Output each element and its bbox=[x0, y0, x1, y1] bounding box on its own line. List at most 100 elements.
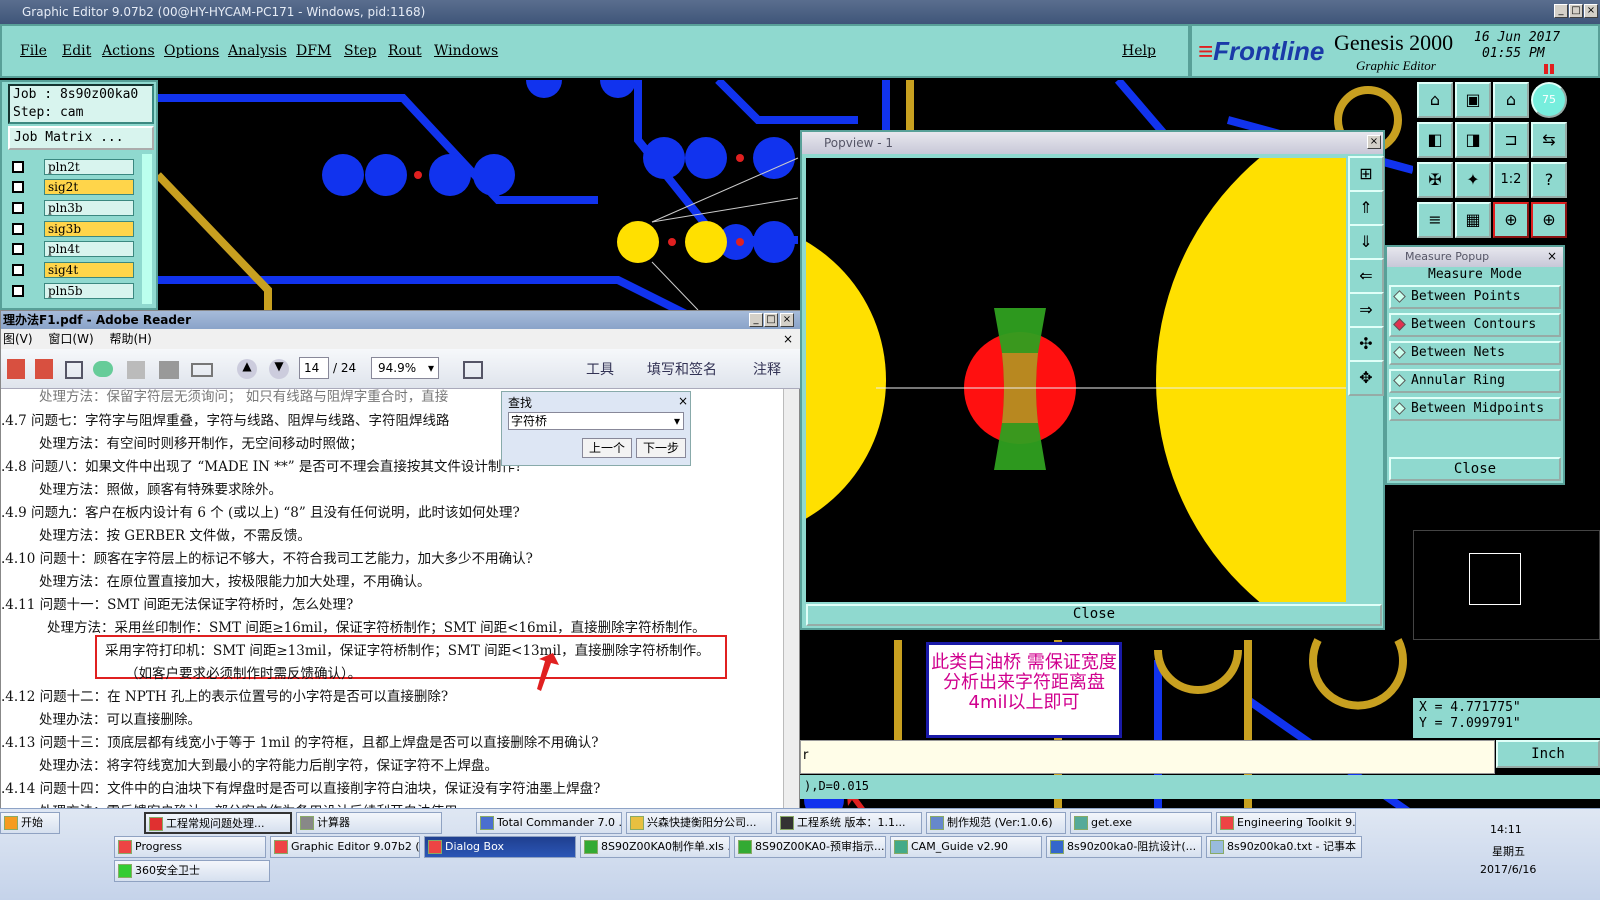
popview-close-button[interactable]: Close bbox=[806, 604, 1382, 626]
step-icon[interactable]: ⊐ bbox=[1493, 122, 1529, 158]
task-item[interactable]: Progress bbox=[114, 836, 266, 858]
task-item[interactable]: 8S90Z00KA0制作单.xls ... bbox=[580, 836, 730, 858]
task-item[interactable]: Engineering Toolkit 9.... bbox=[1216, 812, 1356, 834]
snap-alt-icon[interactable]: ⊕ bbox=[1531, 202, 1567, 238]
prev-page-icon[interactable]: ▲ bbox=[237, 359, 257, 379]
maximize-button[interactable]: □ bbox=[1569, 4, 1583, 18]
zoom-home-icon[interactable]: ✥ bbox=[1348, 360, 1384, 396]
find-prev-button[interactable]: 上一个 bbox=[582, 438, 632, 458]
help-icon[interactable]: ? bbox=[1531, 162, 1567, 198]
task-item[interactable]: 8S90Z00KA0-预审指示... bbox=[734, 836, 886, 858]
task-item[interactable]: 工程常规问题处理... bbox=[144, 812, 292, 834]
reader-menu-view[interactable]: 图(V) bbox=[3, 332, 33, 346]
reader-scrollbar[interactable] bbox=[783, 389, 799, 809]
option-between-points[interactable]: Between Points bbox=[1389, 285, 1561, 309]
tools-button[interactable]: 工具 bbox=[586, 359, 614, 379]
job-matrix-button[interactable]: Job Matrix ... bbox=[8, 126, 154, 150]
menu-options[interactable]: Options bbox=[164, 43, 219, 59]
layer-scrollbar[interactable] bbox=[142, 154, 152, 304]
menu-file[interactable]: File bbox=[20, 43, 47, 59]
pan-down-icon[interactable]: ⇓ bbox=[1348, 224, 1384, 260]
measure-close-icon[interactable]: × bbox=[1547, 249, 1557, 263]
task-item-active[interactable]: Dialog Box bbox=[424, 836, 576, 858]
task-item[interactable]: get.exe bbox=[1070, 812, 1212, 834]
task-item[interactable]: CAM_Guide v2.90 bbox=[890, 836, 1042, 858]
center-icon[interactable]: ✦ bbox=[1455, 162, 1491, 198]
layer-row[interactable]: sig2t bbox=[10, 178, 134, 196]
start-button[interactable]: 开始 bbox=[0, 812, 60, 834]
minimize-button[interactable]: _ bbox=[1554, 4, 1568, 18]
menu-dfm[interactable]: DFM bbox=[296, 43, 331, 59]
task-item[interactable]: 制作规范 (Ver:1.0.6) bbox=[926, 812, 1066, 834]
find-close[interactable]: × bbox=[678, 394, 688, 408]
layer-row[interactable]: pln3b bbox=[10, 199, 134, 217]
clock-time[interactable]: 14:11 bbox=[1490, 823, 1522, 836]
zoom-fit-icon[interactable]: ✣ bbox=[1348, 326, 1384, 362]
task-item[interactable]: Total Commander 7.0 ... bbox=[476, 812, 622, 834]
zoom-select[interactable]: 94.9% ▾ bbox=[371, 357, 439, 379]
page-input[interactable]: 14 bbox=[299, 357, 329, 379]
option-between-contours[interactable]: Between Contours bbox=[1389, 313, 1561, 337]
popview-canvas[interactable] bbox=[806, 158, 1346, 602]
task-item[interactable]: 兴森快捷衡阳分公司... bbox=[626, 812, 772, 834]
layer-row[interactable]: pln4t bbox=[10, 240, 134, 258]
print-icon[interactable] bbox=[159, 361, 179, 379]
next-view-icon[interactable]: ◨ bbox=[1455, 122, 1491, 158]
zoom-in-icon[interactable]: ⊞ bbox=[1348, 156, 1384, 192]
pdf-icon[interactable] bbox=[7, 359, 25, 379]
building-icon[interactable]: ⌂ bbox=[1493, 82, 1529, 118]
pan-right-icon[interactable]: ⇒ bbox=[1348, 292, 1384, 328]
menu-rout[interactable]: Rout bbox=[388, 43, 422, 59]
unit-toggle[interactable]: Inch bbox=[1496, 740, 1600, 768]
fit-screen-icon[interactable]: ✠ bbox=[1417, 162, 1453, 198]
menu-analysis[interactable]: Analysis bbox=[228, 43, 287, 59]
menu-help[interactable]: Help bbox=[1122, 43, 1156, 59]
task-item[interactable]: 360安全卫士 bbox=[114, 860, 270, 882]
measure-close-button[interactable]: Close bbox=[1389, 457, 1561, 481]
close-button[interactable]: × bbox=[1584, 4, 1598, 18]
screen-icon[interactable]: ▣ bbox=[1455, 82, 1491, 118]
task-item[interactable]: 工程系统 版本：1.1... bbox=[776, 812, 922, 834]
swap-icon[interactable]: ⇆ bbox=[1531, 122, 1567, 158]
option-between-nets[interactable]: Between Nets bbox=[1389, 341, 1561, 365]
layer-row[interactable]: pln5b bbox=[10, 282, 134, 300]
pan-left-icon[interactable]: ⇐ bbox=[1348, 258, 1384, 294]
one-to-one-icon[interactable]: 1:2 bbox=[1493, 162, 1529, 198]
command-line[interactable]: r bbox=[800, 740, 1495, 774]
next-page-icon[interactable]: ▼ bbox=[269, 359, 289, 379]
option-annular-ring[interactable]: Annular Ring bbox=[1389, 369, 1561, 393]
popview-close-icon[interactable]: × bbox=[1367, 135, 1381, 149]
reader-maximize[interactable]: □ bbox=[764, 313, 778, 327]
layer-row[interactable]: pln2t bbox=[10, 158, 134, 176]
reader-minimize[interactable]: _ bbox=[749, 313, 763, 327]
comment-button[interactable]: 注释 bbox=[753, 359, 781, 379]
reader-menu-window[interactable]: 窗口(W) bbox=[48, 332, 93, 346]
reader-menu-help[interactable]: 帮助(H) bbox=[109, 332, 151, 346]
find-input[interactable]: 字符桥 ▾ bbox=[508, 412, 684, 430]
layer-row[interactable]: sig4t bbox=[10, 261, 134, 279]
task-item[interactable]: 8s90z00ka0.txt - 记事本 bbox=[1206, 836, 1362, 858]
snap-icon[interactable]: ⊕ bbox=[1493, 202, 1529, 238]
create-pdf-icon[interactable] bbox=[35, 359, 53, 379]
email-icon[interactable] bbox=[191, 363, 213, 377]
fit-icon[interactable] bbox=[463, 361, 483, 379]
menu-edit[interactable]: Edit bbox=[62, 43, 91, 59]
layer-row[interactable]: sig3b bbox=[10, 220, 134, 238]
upload-icon[interactable] bbox=[93, 361, 113, 377]
find-next-button[interactable]: 下一步 bbox=[636, 438, 686, 458]
menu-windows[interactable]: Windows bbox=[434, 43, 498, 59]
reader-close[interactable]: × bbox=[780, 313, 794, 327]
menu-step[interactable]: Step bbox=[344, 43, 376, 59]
home-icon[interactable]: ⌂ bbox=[1417, 82, 1453, 118]
menu-actions[interactable]: Actions bbox=[102, 43, 155, 59]
edit-icon[interactable] bbox=[65, 361, 83, 379]
task-item[interactable]: Graphic Editor 9.07b2 (0... bbox=[270, 836, 420, 858]
task-item[interactable]: 计算器 bbox=[296, 812, 442, 834]
ruler-icon[interactable]: ≡ bbox=[1417, 202, 1453, 238]
option-between-midpoints[interactable]: Between Midpoints bbox=[1389, 397, 1561, 421]
grid-icon[interactable]: ▦ bbox=[1455, 202, 1491, 238]
overview-map[interactable] bbox=[1413, 530, 1600, 640]
save-icon[interactable] bbox=[127, 361, 145, 379]
task-item[interactable]: 8s90z00ka0-阻抗设计(... bbox=[1046, 836, 1202, 858]
pan-up-icon[interactable]: ⇑ bbox=[1348, 190, 1384, 226]
